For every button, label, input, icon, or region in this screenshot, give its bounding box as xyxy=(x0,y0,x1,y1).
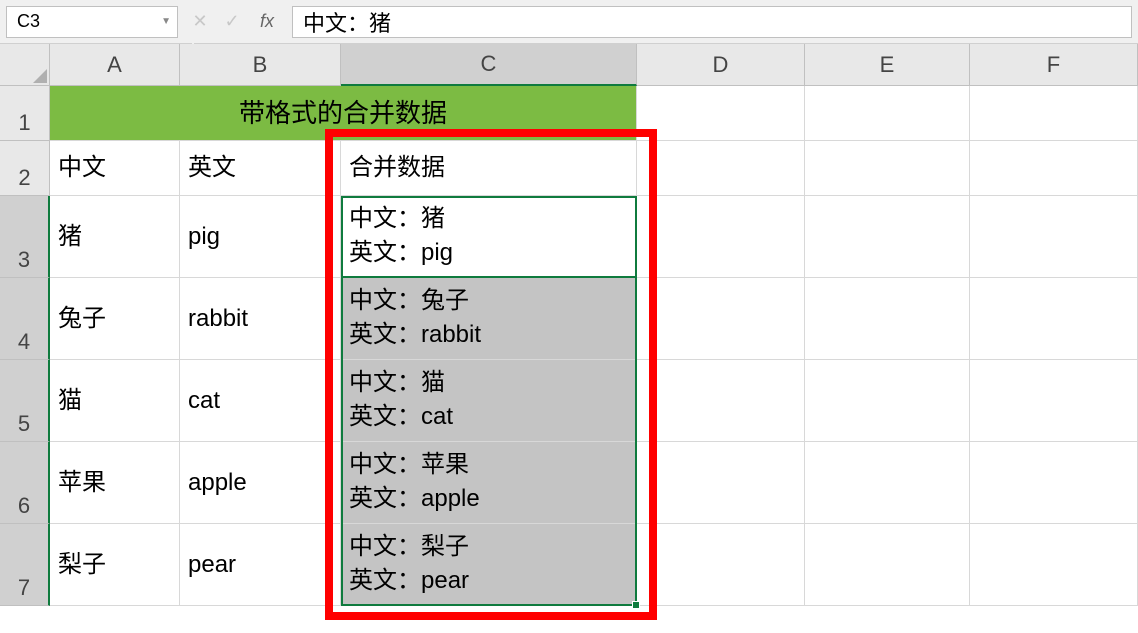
cell-cn[interactable]: 猪 xyxy=(50,196,180,278)
cell-empty[interactable] xyxy=(970,141,1138,196)
column-label: A xyxy=(107,52,122,78)
cell-empty[interactable] xyxy=(805,86,970,141)
column-header-a[interactable]: A xyxy=(50,44,180,86)
cell-en-text: pear xyxy=(188,548,236,582)
column-label: D xyxy=(713,52,729,78)
cell-en-text: apple xyxy=(188,466,247,500)
cell-empty[interactable] xyxy=(637,86,805,141)
name-box-value: C3 xyxy=(17,11,40,32)
cell-cn[interactable]: 猫 xyxy=(50,360,180,442)
cell-merged[interactable]: 中文：梨子 英文：pear xyxy=(341,524,637,606)
cell-cn-text: 猫 xyxy=(58,384,82,418)
cell-empty[interactable] xyxy=(805,360,970,442)
fx-icon[interactable]: fx xyxy=(252,11,282,32)
row-header-2[interactable]: 2 xyxy=(0,141,50,196)
cell-empty[interactable] xyxy=(970,196,1138,278)
header-cn[interactable]: 中文 xyxy=(50,141,180,196)
cell-empty[interactable] xyxy=(637,196,805,278)
cell-en[interactable]: apple xyxy=(180,442,341,524)
row-header-3[interactable]: 3 xyxy=(0,196,50,278)
row-label: 6 xyxy=(18,493,30,519)
spreadsheet-grid[interactable]: A B C D E F 1 2 3 4 5 6 7 带格式的合并数据中文 英文 合并数据猪 pig 中文：猪 英文… xyxy=(0,44,1138,633)
row-label: 5 xyxy=(18,411,30,437)
row-label: 3 xyxy=(18,247,30,273)
header-merged[interactable]: 合并数据 xyxy=(341,141,637,196)
cell-cn-text: 梨子 xyxy=(58,548,106,582)
cell-empty[interactable] xyxy=(805,524,970,606)
cell-cn-text: 苹果 xyxy=(58,466,106,500)
cell-empty[interactable] xyxy=(637,442,805,524)
cell-empty[interactable] xyxy=(637,141,805,196)
column-header-d[interactable]: D xyxy=(637,44,805,86)
name-box[interactable]: C3 ▼ xyxy=(6,6,178,38)
row-header-5[interactable]: 5 xyxy=(0,360,50,442)
cell-empty[interactable] xyxy=(805,278,970,360)
cell-cn[interactable]: 梨子 xyxy=(50,524,180,606)
row-label: 4 xyxy=(18,329,30,355)
cell-cn[interactable]: 苹果 xyxy=(50,442,180,524)
cell-empty[interactable] xyxy=(805,141,970,196)
select-all-corner[interactable] xyxy=(0,44,50,86)
header-cn-text: 中文 xyxy=(58,151,106,185)
row-label: 2 xyxy=(18,165,30,191)
cell-merged-text: 中文：苹果 英文：apple xyxy=(349,448,480,515)
cell-empty[interactable] xyxy=(805,442,970,524)
formula-input[interactable]: 中文：猪 xyxy=(292,6,1132,38)
column-header-b[interactable]: B xyxy=(180,44,341,86)
header-en-text: 英文 xyxy=(188,151,236,185)
name-box-dropdown-icon[interactable]: ▼ xyxy=(161,16,171,27)
cell-merged-text: 中文：猫 英文：cat xyxy=(349,366,453,433)
cell-merged[interactable]: 中文：兔子 英文：rabbit xyxy=(341,278,637,360)
cell-merged-text: 中文：猪 英文：pig xyxy=(349,202,453,269)
cell-empty[interactable] xyxy=(637,360,805,442)
column-header-f[interactable]: F xyxy=(970,44,1138,86)
cell-empty[interactable] xyxy=(970,360,1138,442)
merged-title-text: 带格式的合并数据 xyxy=(239,95,447,131)
row-header-7[interactable]: 7 xyxy=(0,524,50,606)
cell-en-text: pig xyxy=(188,220,220,254)
cell-merged-text: 中文：兔子 英文：rabbit xyxy=(349,284,481,351)
cell-empty[interactable] xyxy=(970,278,1138,360)
formula-text: 中文：猪 xyxy=(303,6,391,38)
column-label: E xyxy=(880,52,895,78)
cell-en[interactable]: cat xyxy=(180,360,341,442)
cell-empty[interactable] xyxy=(970,86,1138,141)
row-header-1[interactable]: 1 xyxy=(0,86,50,141)
fill-handle[interactable] xyxy=(632,601,640,609)
cell-merged[interactable]: 中文：苹果 英文：apple xyxy=(341,442,637,524)
cell-merged[interactable]: 中文：猫 英文：cat xyxy=(341,360,637,442)
cell-en-text: cat xyxy=(188,384,220,418)
cell-cn[interactable]: 兔子 xyxy=(50,278,180,360)
cell-empty[interactable] xyxy=(637,278,805,360)
cell-en[interactable]: pear xyxy=(180,524,341,606)
row-header-4[interactable]: 4 xyxy=(0,278,50,360)
cell-empty[interactable] xyxy=(970,524,1138,606)
row-header-6[interactable]: 6 xyxy=(0,442,50,524)
column-header-e[interactable]: E xyxy=(805,44,970,86)
cell-cn-text: 兔子 xyxy=(58,302,106,336)
row-label: 7 xyxy=(18,575,30,601)
header-merged-text: 合并数据 xyxy=(349,151,445,185)
cell-en[interactable]: pig xyxy=(180,196,341,278)
row-label: 1 xyxy=(18,110,30,136)
cell-empty[interactable] xyxy=(805,196,970,278)
column-label: F xyxy=(1047,52,1060,78)
confirm-icon: ✓ xyxy=(220,11,244,32)
cell-en[interactable]: rabbit xyxy=(180,278,341,360)
column-header-c[interactable]: C xyxy=(341,44,637,86)
formula-controls: ✕ ✓ fx xyxy=(184,6,286,38)
cell-empty[interactable] xyxy=(637,524,805,606)
column-label: C xyxy=(481,51,497,77)
cell-empty[interactable] xyxy=(970,442,1138,524)
header-en[interactable]: 英文 xyxy=(180,141,341,196)
formula-bar: C3 ▼ ✕ ✓ fx 中文：猪 xyxy=(0,0,1138,44)
column-label: B xyxy=(253,52,268,78)
cell-en-text: rabbit xyxy=(188,302,248,336)
merged-title[interactable]: 带格式的合并数据 xyxy=(50,86,637,141)
cell-merged-text: 中文：梨子 英文：pear xyxy=(349,530,469,597)
cell-merged[interactable]: 中文：猪 英文：pig xyxy=(341,196,637,278)
cell-cn-text: 猪 xyxy=(58,220,82,254)
